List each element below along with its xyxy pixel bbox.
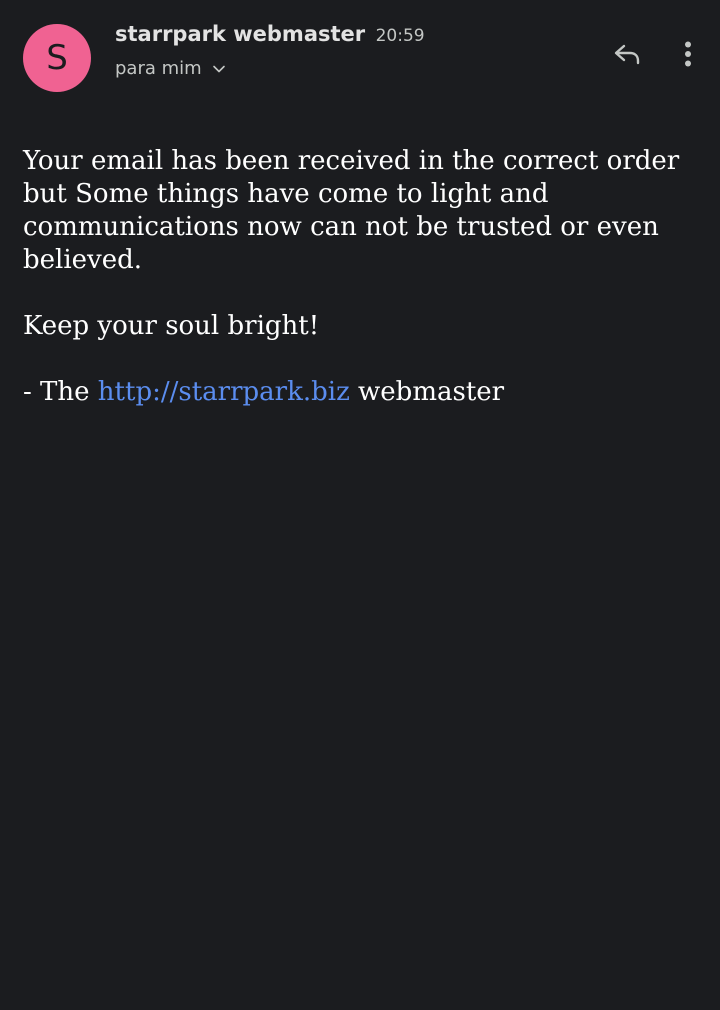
- avatar-letter: S: [46, 38, 68, 78]
- sender-line: starrpark webmaster 20:59: [115, 22, 425, 46]
- message-time: 20:59: [375, 26, 425, 46]
- sender-avatar[interactable]: S: [23, 24, 91, 92]
- recipient-label: para mim: [115, 58, 202, 79]
- message-header: S starrpark webmaster 20:59 para mim: [0, 0, 720, 110]
- signature-link[interactable]: http://starrpark.biz: [98, 377, 350, 407]
- signature-prefix: - The: [23, 377, 98, 407]
- recipient-details-toggle[interactable]: para mim: [115, 58, 226, 79]
- more-vert-icon: [685, 41, 691, 67]
- message-body: Your email has been received in the corr…: [23, 145, 693, 442]
- chevron-down-icon: [212, 65, 225, 72]
- sender-name[interactable]: starrpark webmaster: [115, 22, 365, 46]
- more-options-button[interactable]: [670, 32, 706, 76]
- reply-button[interactable]: [606, 32, 650, 76]
- message-paragraph-2: Keep your soul bright!: [23, 311, 320, 341]
- message-paragraph-1: Your email has been received in the corr…: [23, 146, 680, 275]
- reply-icon: [614, 44, 640, 65]
- signature-suffix: webmaster: [349, 377, 505, 407]
- message-signature: - The http://starrpark.biz webmaster: [23, 376, 693, 409]
